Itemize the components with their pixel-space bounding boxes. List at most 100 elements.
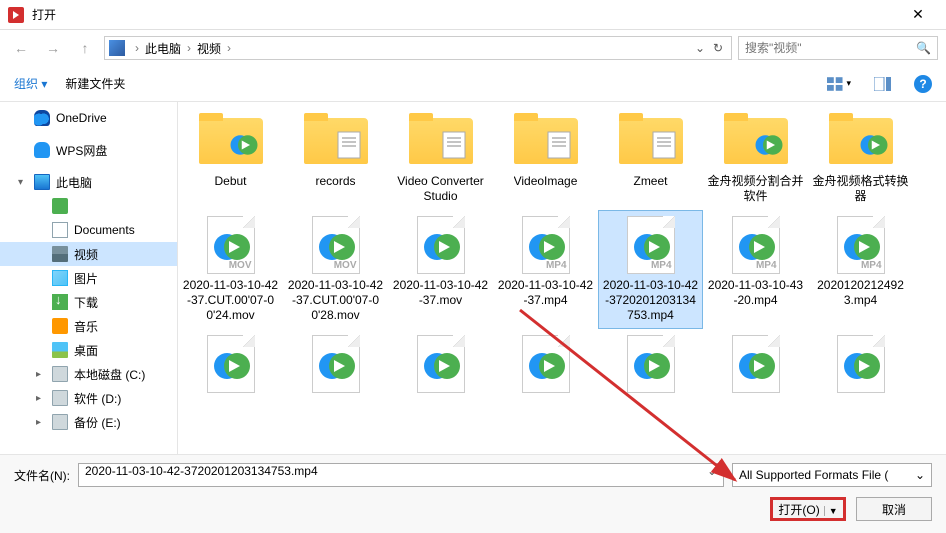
search-icon[interactable]: 🔍 (916, 41, 931, 55)
wps-icon (34, 142, 50, 158)
file-item[interactable] (703, 329, 808, 403)
cancel-button[interactable]: 取消 (856, 497, 932, 521)
sidebar-item-label: 音乐 (74, 318, 98, 335)
file-item[interactable] (808, 329, 913, 403)
file-thumbnail (507, 112, 585, 170)
search-box[interactable]: 🔍 (738, 36, 938, 60)
organize-button[interactable]: 组织 ▾ (14, 75, 47, 92)
breadcrumb-item[interactable]: 视频 (197, 40, 221, 57)
folder-item[interactable]: 金舟视频格式转换器 (808, 106, 913, 210)
sidebar-item-3[interactable] (0, 194, 177, 218)
onedrive-icon (34, 110, 50, 126)
sidebar-item-软件 (D:)[interactable]: ▸软件 (D:) (0, 386, 177, 410)
file-item[interactable]: MP42020-11-03-10-42-37.mp4 (493, 210, 598, 329)
filename-input[interactable]: 2020-11-03-10-42-3720201203134753.mp4 ⌄ (78, 463, 724, 487)
file-label: records (315, 174, 355, 189)
breadcrumb-dropdown-icon[interactable]: ⌄ (691, 41, 709, 55)
file-thumbnail (402, 112, 480, 170)
sidebar-item-label: 视频 (74, 246, 98, 263)
sidebar-item-OneDrive[interactable]: OneDrive (0, 106, 177, 130)
sidebar-item-label: OneDrive (56, 111, 107, 125)
filename-dropdown-icon[interactable]: ⌄ (707, 464, 717, 478)
file-item[interactable] (178, 329, 283, 403)
file-thumbnail (612, 112, 690, 170)
breadcrumb[interactable]: › 此电脑 › 视频 › ⌄ ↻ (104, 36, 732, 60)
sidebar-item-桌面[interactable]: 桌面 (0, 338, 177, 362)
file-label: 2020-11-03-10-42-37.mp4 (497, 278, 594, 308)
help-icon[interactable]: ? (914, 75, 932, 93)
sidebar-item-WPS网盘[interactable]: WPS网盘 (0, 138, 177, 162)
open-button[interactable]: 打开(O)▼ (770, 497, 846, 521)
sidebar-item-Documents[interactable]: Documents (0, 218, 177, 242)
file-thumbnail: MOV (297, 216, 375, 274)
pc-icon (34, 174, 50, 190)
vid-icon (52, 246, 68, 262)
file-item[interactable]: 2020-11-03-10-42-37.mov (388, 210, 493, 329)
breadcrumb-sep: › (129, 41, 145, 55)
file-item[interactable]: MP42020-11-03-10-42-3720201203134753.mp4 (598, 210, 703, 329)
file-filter-dropdown[interactable]: All Supported Formats File ( ⌄ (732, 463, 932, 487)
expand-icon[interactable]: ▸ (36, 393, 46, 404)
folder-item[interactable]: Video Converter Studio (388, 106, 493, 210)
file-item[interactable] (598, 329, 703, 403)
file-thumbnail (822, 112, 900, 170)
expand-icon[interactable]: ▸ (36, 369, 46, 380)
sidebar-item-label: 此电脑 (56, 174, 92, 191)
title-bar: 打开 ✕ (0, 0, 946, 30)
nav-up-button[interactable]: ↑ (72, 35, 98, 61)
disk-icon (52, 366, 68, 382)
window-title: 打开 (32, 6, 898, 23)
file-item[interactable] (283, 329, 388, 403)
folder-item[interactable]: VideoImage (493, 106, 598, 210)
folder-item[interactable]: Debut (178, 106, 283, 210)
sidebar-item-下载[interactable]: 下载 (0, 290, 177, 314)
view-mode-button[interactable]: ▾ (826, 73, 852, 95)
folder-item[interactable]: records (283, 106, 388, 210)
green-icon (52, 198, 68, 214)
close-icon[interactable]: ✕ (898, 6, 938, 23)
expand-icon[interactable]: ▾ (18, 177, 28, 188)
folder-item[interactable]: Zmeet (598, 106, 703, 210)
nav-back-button[interactable]: ← (8, 35, 34, 61)
filename-value: 2020-11-03-10-42-3720201203134753.mp4 (85, 464, 318, 478)
file-label: 金舟视频格式转换器 (812, 174, 909, 204)
filename-label: 文件名(N): (14, 467, 70, 484)
file-thumbnail (717, 335, 795, 393)
sidebar-item-本地磁盘 (C:)[interactable]: ▸ 本地磁盘 (C:) (0, 362, 177, 386)
expand-icon[interactable]: ▸ (36, 417, 46, 428)
new-folder-button[interactable]: 新建文件夹 (65, 75, 125, 92)
music-icon (52, 318, 68, 334)
filter-dropdown-icon[interactable]: ⌄ (915, 468, 925, 482)
file-thumbnail (507, 335, 585, 393)
refresh-icon[interactable]: ↻ (709, 41, 727, 55)
nav-forward-button[interactable]: → (40, 35, 66, 61)
breadcrumb-sep: › (181, 41, 197, 55)
file-label: Zmeet (633, 174, 667, 189)
sidebar-item-视频[interactable]: 视频 (0, 242, 177, 266)
file-ext-label: MP4 (651, 260, 672, 271)
file-item[interactable]: MOV2020-11-03-10-42-37.CUT.00'07-00'24.m… (178, 210, 283, 329)
file-thumbnail: MP4 (822, 216, 900, 274)
filter-value: All Supported Formats File ( (739, 468, 888, 482)
doc-icon (52, 222, 68, 238)
sidebar-item-label: 备份 (E:) (74, 414, 121, 431)
search-input[interactable] (745, 41, 916, 55)
sidebar-item-label: 本地磁盘 (C:) (74, 366, 145, 383)
file-item[interactable]: MP42020120212492 3.mp4 (808, 210, 913, 329)
file-label: Video Converter Studio (392, 174, 489, 204)
preview-pane-button[interactable] (870, 73, 896, 95)
breadcrumb-item[interactable]: 此电脑 (145, 40, 181, 57)
file-item[interactable] (493, 329, 598, 403)
folder-item[interactable]: 金舟视频分割合并软件 (703, 106, 808, 210)
file-thumbnail (297, 112, 375, 170)
toolbar: 组织 ▾ 新建文件夹 ▾ ? (0, 66, 946, 102)
sidebar-item-此电脑[interactable]: ▾ 此电脑 (0, 170, 177, 194)
file-item[interactable] (388, 329, 493, 403)
app-icon (8, 7, 24, 23)
file-item[interactable]: MOV2020-11-03-10-42-37.CUT.00'07-00'28.m… (283, 210, 388, 329)
file-thumbnail (402, 335, 480, 393)
sidebar-item-图片[interactable]: 图片 (0, 266, 177, 290)
sidebar-item-音乐[interactable]: 音乐 (0, 314, 177, 338)
sidebar-item-备份 (E:)[interactable]: ▸ 备份 (E:) (0, 410, 177, 434)
file-item[interactable]: MP42020-11-03-10-43-20.mp4 (703, 210, 808, 329)
